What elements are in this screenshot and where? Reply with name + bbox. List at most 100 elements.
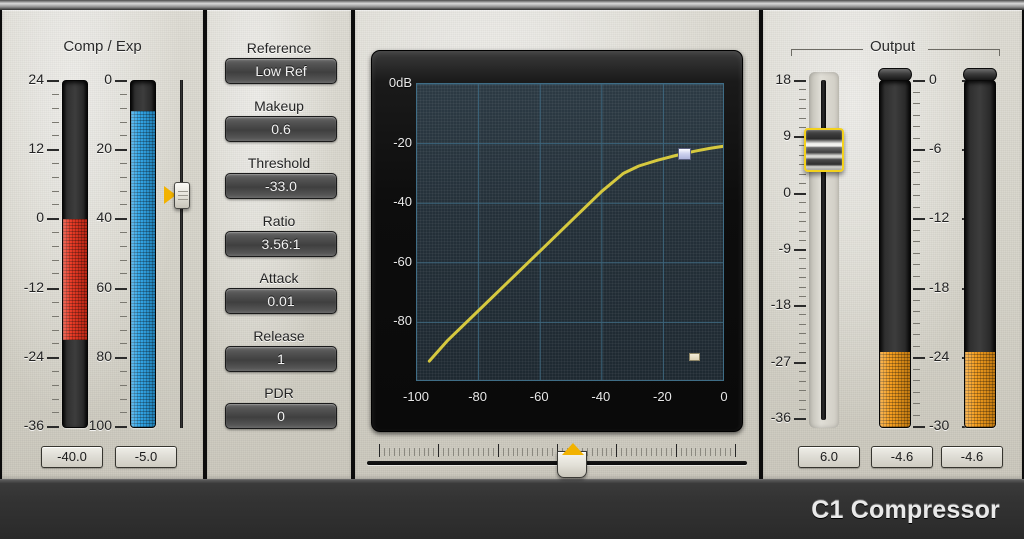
slider-tick: [547, 448, 548, 456]
slider-tick: [656, 448, 657, 456]
transfer-curve-plot[interactable]: [416, 83, 724, 381]
param-field-pdr[interactable]: 0: [225, 403, 337, 429]
scale-label: 0: [36, 209, 44, 225]
slider-tick: [458, 448, 459, 456]
slider-tick: [478, 448, 479, 456]
output-fader-handle[interactable]: [804, 128, 844, 172]
slider-tick: [483, 448, 484, 456]
slider-tick: [399, 448, 400, 456]
graph-x-label: 0: [720, 389, 728, 404]
threshold-pointer-thumb[interactable]: [174, 182, 190, 209]
slider-tick: [468, 448, 469, 456]
gain-reduction-meter: [62, 80, 88, 428]
slider-tick: [488, 448, 489, 456]
slider-tick: [681, 448, 682, 456]
attenuation-value[interactable]: -5.0: [115, 446, 177, 468]
slider-tick: [725, 448, 726, 456]
slider-tick: [611, 448, 612, 456]
slider-tick: [700, 448, 701, 456]
slider-tick: [661, 448, 662, 456]
output-panel: Output 18 9 0 -9 -18 -27 -36 0 -6 -12 -18 -24 -30 6…: [761, 10, 1024, 479]
transfer-curve-line: [417, 84, 723, 380]
left-meter-cap: [878, 68, 912, 81]
scale-label: 9: [783, 127, 791, 143]
slider-tick: [414, 448, 415, 456]
slider-tick: [428, 448, 429, 456]
threshold-pointer-rail[interactable]: [180, 80, 183, 428]
comp-exp-panel: Comp / Exp 24 12 0 -12 -24 -36 0 20 40 60 80 100 -…: [0, 10, 205, 479]
output-meter-left-value[interactable]: -4.6: [871, 446, 933, 468]
scale-label: 40: [96, 209, 112, 225]
slider-tick: [522, 448, 523, 456]
transfer-curve-display[interactable]: 0dB -20 -40 -60 -80 -100 -80 -60 -40 -20 0: [371, 50, 743, 432]
slider-tick: [606, 448, 607, 456]
output-meter-left-fill: [880, 352, 910, 427]
slider-tick: [695, 448, 696, 456]
graph-y-label: -20: [393, 134, 412, 150]
plugin-name: C1 Compressor: [811, 496, 1000, 524]
horizontal-slider[interactable]: [367, 438, 747, 480]
slider-tick: [527, 448, 528, 456]
slider-tick: [404, 448, 405, 456]
graph-x-label: -80: [468, 389, 487, 404]
scale-label: -36: [770, 409, 791, 425]
plugin-body: Comp / Exp 24 12 0 -12 -24 -36 0 20 40 60 80 100 -…: [0, 10, 1024, 479]
slider-tick: [735, 444, 736, 457]
scale-label: -24: [23, 348, 44, 364]
output-title: Output: [869, 38, 916, 55]
slider-tick: [508, 448, 509, 456]
gain-reduction-scale: 24 12 0 -12 -24 -36: [16, 71, 60, 433]
graph-x-label: -20: [652, 389, 672, 404]
slider-tick: [720, 448, 721, 456]
slider-tick: [517, 448, 518, 456]
slider-tick: [671, 448, 672, 456]
slider-tick: [463, 448, 464, 456]
param-label-release: Release: [253, 327, 305, 344]
scale-label: -27: [770, 353, 791, 369]
low-ref-handle[interactable]: [688, 352, 700, 361]
graph-y-label: -40: [393, 194, 412, 210]
param-field-attack[interactable]: 0.01: [225, 288, 337, 314]
slider-tick: [666, 448, 667, 456]
slider-tick: [532, 448, 533, 456]
slider-tick: [419, 448, 420, 456]
scale-label: 0: [929, 71, 937, 87]
slider-tick: [676, 444, 677, 457]
output-meter-right-fill: [965, 352, 995, 427]
window-top-chrome: [0, 0, 1024, 10]
slider-arrow-icon: [562, 443, 584, 455]
attenuation-meter: [130, 80, 156, 428]
slider-tick: [448, 448, 449, 456]
slider-tick: [384, 448, 385, 456]
slider-tick: [621, 448, 622, 456]
param-field-release[interactable]: 1: [225, 345, 337, 372]
right-meter-cap: [963, 68, 997, 81]
slider-tick: [389, 448, 390, 456]
graph-x-label: -60: [529, 389, 549, 404]
param-field-reference[interactable]: Low Ref: [225, 58, 337, 84]
scale-label: 24: [28, 71, 44, 87]
graph-y-label: 0dB: [388, 75, 412, 90]
gain-reduction-value[interactable]: -40.0: [41, 446, 103, 468]
slider-tick: [592, 448, 593, 456]
slider-tick: [443, 448, 444, 456]
param-label-makeup: Makeup: [254, 97, 304, 114]
param-field-threshold[interactable]: -33.0: [225, 173, 337, 199]
scale-label: 0: [783, 184, 791, 200]
output-fader-scale: 18 9 0 -9 -18 -27 -36: [763, 71, 807, 425]
horizontal-slider-thumb[interactable]: [557, 443, 587, 478]
slider-tick: [542, 448, 543, 456]
param-field-makeup[interactable]: 0.6: [225, 115, 337, 142]
threshold-handle[interactable]: [678, 148, 692, 161]
output-meter-right-value[interactable]: -4.6: [941, 446, 1003, 468]
slider-tick: [587, 448, 588, 456]
brand-bar: C1 Compressor: [0, 479, 1024, 539]
graph-x-label: -100: [402, 389, 430, 404]
slider-tick: [473, 448, 474, 456]
param-label-threshold: Threshold: [247, 155, 311, 171]
slider-tick: [636, 448, 637, 456]
param-field-ratio[interactable]: 3.56:1: [225, 230, 337, 257]
output-meter-left: [879, 80, 911, 428]
output-fader-value[interactable]: 6.0: [798, 446, 860, 468]
slider-tick: [730, 448, 731, 456]
